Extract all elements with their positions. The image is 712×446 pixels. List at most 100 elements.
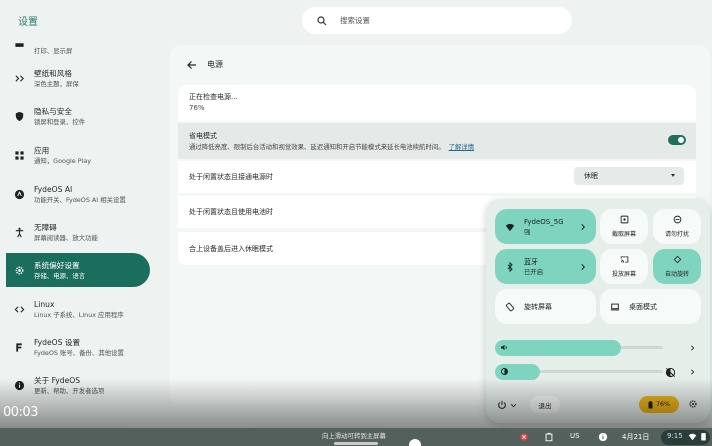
bluetooth-label: 蓝牙 xyxy=(524,257,538,266)
sidebar-item-fydeos-settings[interactable]: FydeOS 设置 FydeOS 账号、备份、其他设置 xyxy=(6,330,150,364)
sidebar-item-subtitle: Linux 子系统、Linux 应用程序 xyxy=(34,310,124,319)
shield-icon xyxy=(8,111,30,122)
sidebar-item-wallpaper[interactable]: 壁纸和风格 深色主题，屏保 xyxy=(6,61,150,95)
bluetooth-tile[interactable]: 蓝牙 已开启 xyxy=(495,249,596,284)
sidebar-item-apps[interactable]: 应用 通知，Google Play xyxy=(6,138,150,172)
accessibility-icon xyxy=(8,227,30,238)
sidebar-item-privacy[interactable]: 隐私与安全 锁屏和登录、控件 xyxy=(6,99,150,133)
search-box[interactable] xyxy=(302,7,572,34)
screen-rotation-icon xyxy=(505,302,515,311)
idle-ac-row: 处于闲置状态且接通电源时 休眠 xyxy=(178,161,696,193)
battery-button[interactable]: 76% xyxy=(639,396,679,413)
sidebar-item-title: FydeOS 设置 xyxy=(34,337,81,347)
do-not-disturb-label: 请勿打扰 xyxy=(664,231,689,238)
cast-label: 投放屏幕 xyxy=(611,271,636,278)
sidebar-item-title: Linux xyxy=(34,299,55,309)
sidebar-item-subtitle: 存储、电源、语言 xyxy=(34,271,86,280)
search-icon xyxy=(317,15,327,25)
wifi-network-name: FydeOS_5G xyxy=(524,217,564,226)
battery-icon xyxy=(701,433,706,441)
back-arrow-icon[interactable] xyxy=(186,59,198,71)
idle-ac-select-value: 休眠 xyxy=(584,172,598,180)
settings-gear-icon[interactable] xyxy=(688,399,698,409)
sidebar-item-title: 关于 FydeOS xyxy=(34,375,81,385)
battery-saver-row[interactable]: 省电模式 通过降低亮度、限制后台活动和视觉效果、延迟通知和开启节能模式来延长电池… xyxy=(178,123,696,159)
volume-fill xyxy=(495,340,621,356)
volume-slider[interactable] xyxy=(495,340,663,356)
home-gesture-hint: 向上滑动可转到主屏幕 xyxy=(322,432,386,440)
sidebar-item-about[interactable]: 关于 FydeOS 更新、帮助、开发者选项 xyxy=(6,368,150,402)
battery-saver-toggle[interactable] xyxy=(668,135,686,145)
brightness-slider[interactable] xyxy=(495,364,663,380)
clipboard-icon[interactable] xyxy=(544,432,554,442)
lid-close-label: 合上设备盖后进入休眠模式 xyxy=(189,245,273,253)
app-title: 设置 xyxy=(18,17,38,28)
sidebar-item-subtitle: 锁屏和登录、控件 xyxy=(34,117,86,126)
page-title: 电源 xyxy=(207,60,223,69)
chevron-down-icon xyxy=(671,174,675,177)
screenshot-label: 截取屏幕 xyxy=(611,231,636,238)
brightness-icon xyxy=(501,368,508,375)
rotate-screen-tile[interactable]: 旋转屏幕 xyxy=(495,289,596,324)
fydeos-logo-icon xyxy=(8,342,30,353)
sidebar-item-accessibility[interactable]: 无障碍 屏幕阅读器、放大功能 xyxy=(6,215,150,249)
chevron-right-icon[interactable] xyxy=(689,344,696,352)
sidebar-item-subtitle: 通知，Google Play xyxy=(34,156,92,165)
desktop-mode-label: 桌面模式 xyxy=(629,302,657,311)
info-icon[interactable] xyxy=(598,432,608,442)
sidebar-item-title: 隐私与安全 xyxy=(34,106,72,116)
sidebar-item-fydeos-ai[interactable]: FydeOS AI 功能开关、FydeOS AI 相关设置 xyxy=(6,177,150,211)
battery-icon xyxy=(648,400,653,408)
battery-saver-title: 省电模式 xyxy=(189,132,217,140)
wifi-icon xyxy=(505,223,515,231)
screenshot-tile[interactable]: 截取屏幕 xyxy=(600,209,648,244)
device-icon xyxy=(8,40,30,51)
chevron-right-icon[interactable] xyxy=(689,368,696,376)
clock-display: 9:15 xyxy=(667,432,683,440)
sidebar-item-subtitle: FydeOS 账号、备份、其他设置 xyxy=(34,348,124,357)
idle-ac-select[interactable]: 休眠 xyxy=(574,167,684,185)
laptop-icon xyxy=(610,303,620,310)
do-not-disturb-tile[interactable]: 请勿打扰 xyxy=(653,209,701,244)
rotate-screen-label: 旋转屏幕 xyxy=(524,302,552,311)
power-status-card: 正在检查电源... 76% xyxy=(178,85,696,121)
idle-battery-label: 处于闲置状态且使用电池时 xyxy=(189,208,273,216)
video-timecode: 00:03 xyxy=(3,405,38,420)
video-scrubber-handle[interactable] xyxy=(409,439,421,446)
sign-out-button[interactable]: 退出 xyxy=(530,396,560,413)
rotate-icon xyxy=(673,255,681,264)
sidebar-item-system-preferences[interactable]: 系统偏好设置 存储、电源、语言 xyxy=(6,253,150,287)
night-light-off-icon[interactable] xyxy=(665,367,676,378)
learn-more-link[interactable]: 了解详情 xyxy=(449,143,475,151)
power-icon xyxy=(498,400,506,409)
screen-capture-icon xyxy=(620,215,628,224)
bluetooth-status: 已开启 xyxy=(524,267,544,276)
auto-rotate-label: 自动旋转 xyxy=(664,271,689,278)
search-input[interactable] xyxy=(340,16,540,25)
auto-rotate-tile[interactable]: 自动旋转 xyxy=(653,249,701,284)
battery-percent: 76% xyxy=(189,104,205,112)
code-icon xyxy=(8,304,30,315)
battery-level-text: 76% xyxy=(656,401,670,408)
desktop-mode-tile[interactable]: 桌面模式 xyxy=(600,289,701,324)
chevron-right-icon xyxy=(581,223,586,231)
power-menu-button[interactable] xyxy=(497,397,522,413)
sidebar-item-subtitle: 打印、显示屏 xyxy=(34,47,73,55)
power-source-status: 正在检查电源... xyxy=(189,93,238,101)
sidebar-item-devices[interactable]: 打印、显示屏 xyxy=(6,32,150,58)
sidebar-item-subtitle: 更新、帮助、开发者选项 xyxy=(34,386,105,395)
sidebar-item-title: 应用 xyxy=(34,145,50,155)
stop-recording-icon[interactable] xyxy=(519,432,529,442)
wifi-tile[interactable]: FydeOS_5G 强 xyxy=(495,209,596,244)
input-method-indicator[interactable]: US xyxy=(570,432,580,440)
battery-saver-description-text: 通过降低亮度、限制后台活动和视觉效果、延迟通知和开启节能模式来延长电池续航时间。 xyxy=(189,143,445,151)
cast-tile[interactable]: 投放屏幕 xyxy=(600,249,648,284)
home-indicator[interactable] xyxy=(334,442,378,445)
volume-icon xyxy=(501,344,507,351)
palette-icon xyxy=(8,73,30,84)
cast-icon xyxy=(620,256,628,263)
sidebar-item-subtitle: 屏幕阅读器、放大功能 xyxy=(34,233,98,242)
sidebar-item-title: 壁纸和风格 xyxy=(34,68,72,78)
sidebar-item-linux[interactable]: Linux Linux 子系统、Linux 应用程序 xyxy=(6,292,150,326)
date-display[interactable]: 4月21日 xyxy=(622,432,649,442)
